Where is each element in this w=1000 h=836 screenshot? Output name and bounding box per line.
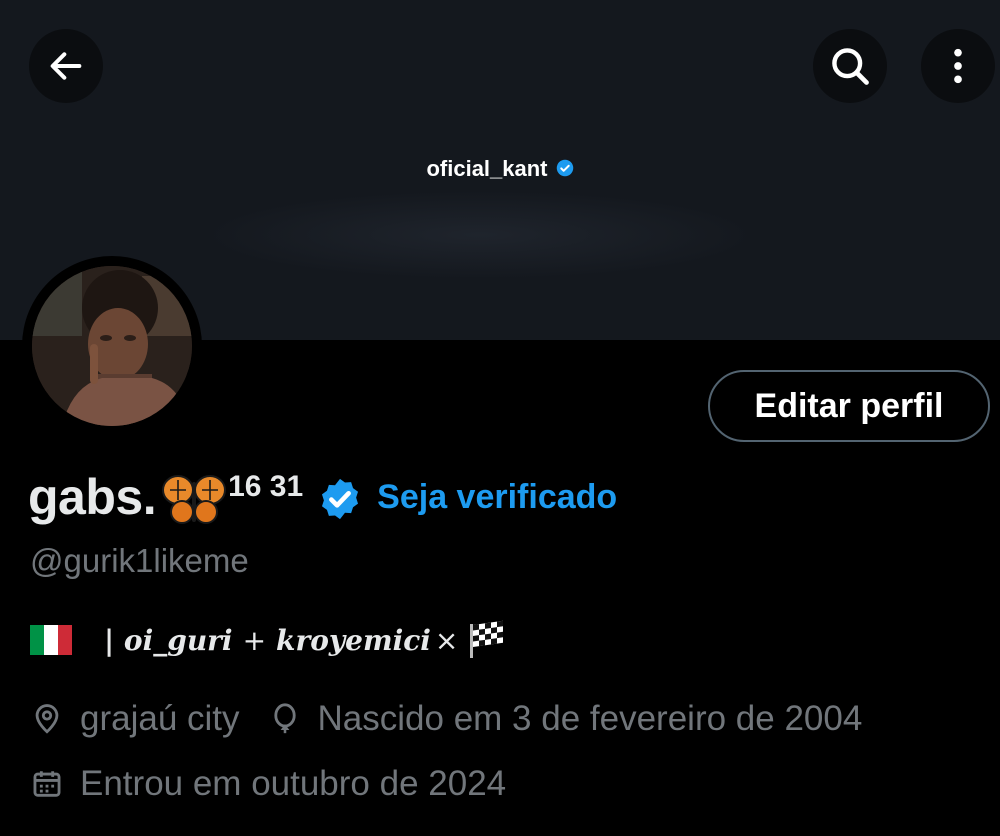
more-vertical-icon	[954, 48, 962, 84]
banner-handle: oficial_kant	[426, 156, 548, 181]
verified-badge-icon[interactable]	[317, 476, 363, 522]
profile-meta-row-joined: Entrou em outubro de 2024	[30, 764, 506, 804]
balloon-icon	[273, 703, 296, 734]
avatar-frame[interactable]	[22, 256, 202, 436]
name-suffix: 16 31	[228, 470, 304, 503]
banner-verified-icon	[556, 159, 573, 177]
profile-meta-row: grajaú city Nascido em 3 de fevereiro de…	[30, 699, 862, 739]
italy-flag-icon	[30, 625, 72, 655]
get-verified-link[interactable]: Seja verificado	[377, 478, 617, 517]
location-text: grajaú city	[80, 699, 240, 738]
joined-text: Entrou em outubro de 2024	[80, 764, 507, 803]
bio-plus: +	[242, 623, 267, 657]
back-button[interactable]	[29, 29, 103, 103]
arrow-left-icon	[50, 52, 82, 80]
avatar[interactable]	[32, 266, 192, 426]
banner-handle-text: oficial_kant	[0, 156, 1000, 182]
edit-profile-button[interactable]: Editar perfil	[708, 370, 990, 442]
location-pin-icon	[35, 704, 59, 734]
profile-name-row: gabs. 16 31 Seja verificado	[28, 462, 617, 532]
avatar-photo-icon	[32, 266, 192, 426]
bio: | oi_guri + kroyemici ×	[30, 618, 506, 662]
butterfly-icon	[162, 475, 227, 524]
search-icon	[832, 48, 869, 85]
search-button[interactable]	[813, 29, 887, 103]
bio-part1: | oi_guri	[104, 623, 233, 657]
calendar-icon	[33, 771, 61, 797]
more-options-button[interactable]	[921, 29, 995, 103]
checkered-flag-icon	[470, 620, 504, 658]
bio-times: ×	[434, 623, 459, 657]
username: @gurik1likeme	[30, 542, 249, 579]
birthday-text: Nascido em 3 de fevereiro de 2004	[317, 699, 863, 738]
bio-part2: kroyemici	[276, 623, 431, 657]
display-name: gabs.	[28, 469, 157, 525]
